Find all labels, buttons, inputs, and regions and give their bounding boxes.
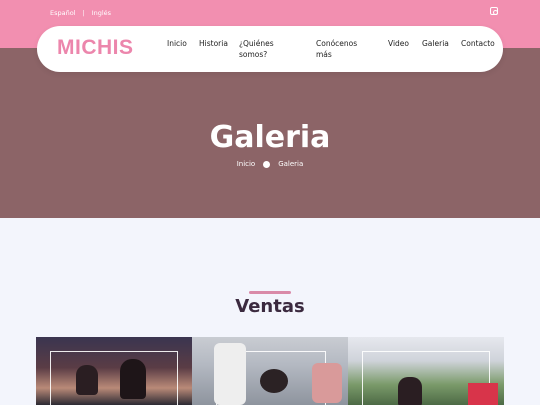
instagram-icon[interactable] [490,7,498,15]
photo-person [76,365,98,395]
page-title: Galeria [209,120,331,155]
language-switcher: Español | Inglés [50,9,111,17]
nav-item-galeria[interactable]: Galeria [422,38,449,49]
nav-item-historia[interactable]: Historia [199,38,228,49]
photo-person [214,343,246,405]
lang-separator: | [82,9,85,17]
section-title-accent [249,291,291,294]
nav-item-quienes-somos[interactable]: ¿Quiénes somos? [239,38,299,60]
breadcrumb-current: Galeria [278,160,304,168]
lang-english-link[interactable]: Inglés [92,9,111,17]
photo-tent [468,383,498,405]
breadcrumb: Inicio Galeria [0,160,540,168]
nav-item-conocenos[interactable]: Conócenos más [316,38,372,60]
photo-person [312,363,342,403]
breadcrumb-home-link[interactable]: Inicio [237,160,256,168]
lang-spanish-link[interactable]: Español [50,9,76,17]
section-title: Ventas [235,296,305,317]
breadcrumb-dot-icon [263,160,271,168]
site-logo[interactable]: MICHIS [57,36,134,60]
nav-item-contacto[interactable]: Contacto [461,38,495,49]
photo-person [260,369,288,393]
nav-item-video[interactable]: Video [388,38,409,49]
gallery-photo[interactable] [36,337,192,405]
photo-person [120,359,146,399]
photo-person [398,377,422,405]
photo-frame [50,351,178,405]
nav-item-inicio[interactable]: Inicio [167,38,187,49]
gallery-photo[interactable] [348,337,504,405]
main-navbar: MICHIS Inicio Historia ¿Quiénes somos? C… [37,26,503,72]
gallery-photo[interactable] [192,337,348,405]
